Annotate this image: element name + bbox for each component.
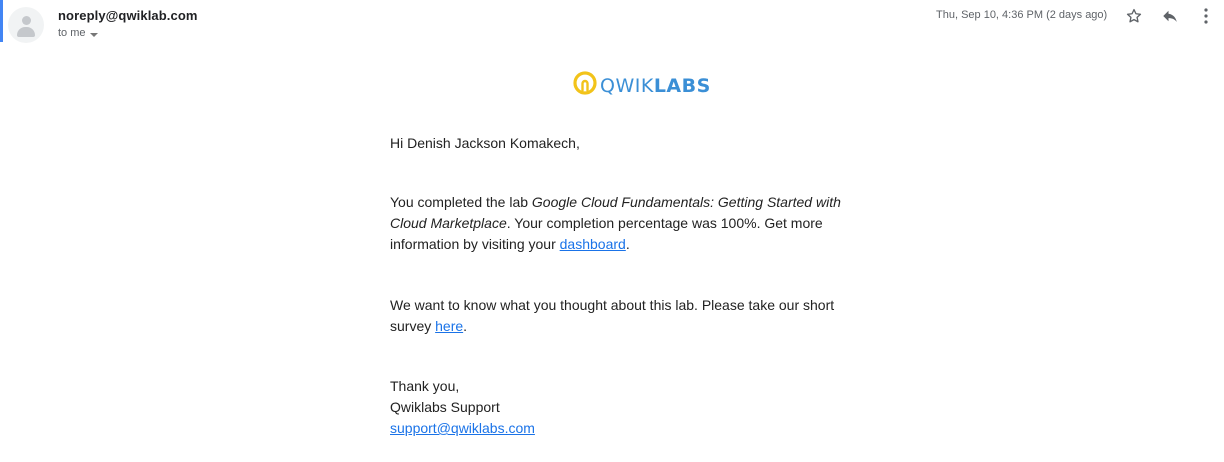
chevron-down-icon[interactable] [89,32,98,37]
avatar-icon[interactable] [8,7,44,43]
qwiklabs-logo-icon [573,71,597,100]
support-email-link[interactable]: support@qwiklabs.com [390,420,535,436]
signature-block: Thank you, Qwiklabs Support support@qwik… [390,376,860,439]
sender-address[interactable]: noreply@qwiklab.com [58,8,198,23]
survey-link[interactable]: here [435,318,463,334]
signoff-name: Qwiklabs Support [390,399,500,415]
reply-icon[interactable] [1160,6,1180,26]
recipient-label: to me [58,27,86,39]
logo-wordmark: QWIKLABS [600,74,711,98]
star-icon[interactable] [1124,6,1144,26]
recipient-details[interactable]: to me [58,27,98,39]
dashboard-link[interactable]: dashboard [560,236,626,252]
qwiklabs-logo: QWIKLABS [573,71,711,100]
logo-wordmark-prefix: QWIK [600,74,654,97]
survey-paragraph: We want to know what you thought about t… [390,297,835,334]
signoff-thanks: Thank you, [390,378,460,394]
email-view: noreply@qwiklab.com to me Thu, Sep 10, 4… [0,0,1224,462]
logo-wordmark-suffix: LABS [653,74,711,97]
completion-paragraph: You completed the lab Google Cloud Funda… [390,194,841,252]
greeting-text: Hi Denish Jackson Komakech, [390,135,580,151]
more-vert-icon[interactable] [1196,6,1216,26]
email-timestamp: Thu, Sep 10, 4:36 PM (2 days ago) [936,9,1108,21]
selection-accent-bar [0,0,3,42]
